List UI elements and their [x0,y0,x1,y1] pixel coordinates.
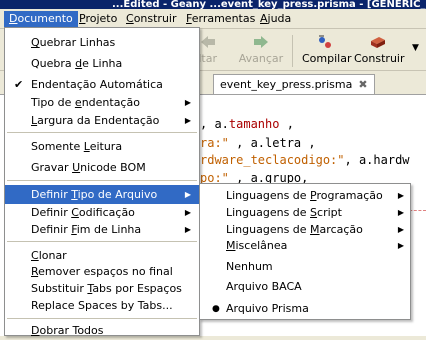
brick-icon [371,37,385,48]
menu-item-definir-fim-de-linha[interactable]: Definir Fim de Linha ▶ [5,220,199,239]
menu-item-dobrar-todos[interactable]: Dobrar Todos [5,321,199,340]
submenu-arrow-icon: ▶ [184,190,191,199]
radio-dot-icon: ● [212,304,220,314]
documento-dropdown: Quebrar Linhas Quebra de Linha ✔ Endentaç… [4,27,200,337]
menu-separator [7,180,197,181]
menu-item-tipo-de-endentacao[interactable]: Tipo de endentação ▶ [5,93,199,112]
menu-ferramentas[interactable]: Ferramentas [181,11,260,27]
forward-button[interactable]: Avançar [238,33,284,65]
menu-item-quebrar-linhas[interactable]: Quebrar Linhas [5,33,199,52]
compile-button[interactable]: Compilar [302,33,351,65]
window-titlebar[interactable]: ...Edited - Geany ...event_key_press.pri… [0,0,426,9]
checkmark-icon: ✔ [14,78,24,91]
submenu-arrow-icon: ▶ [184,116,191,125]
menu-construir[interactable]: Construir [121,11,182,27]
menu-documento[interactable]: Documento [4,11,78,27]
submenu-item-nenhum[interactable]: Nenhum [200,257,410,277]
menu-item-somente-leitura[interactable]: Somente Leitura [5,137,199,156]
tipo-de-arquivo-submenu: Linguagens de Programação ▶ Linguagens de… [199,183,411,320]
menu-item-replace-spaces-by-tabs[interactable]: Replace Spaces by Tabs... [5,296,199,315]
submenu-arrow-icon: ▶ [397,241,404,250]
submenu-item-arquivo-prisma[interactable]: ● Arquivo Prisma [200,299,410,319]
window-title: ...Edited - Geany ...event_key_press.pri… [112,0,426,9]
menu-item-largura-da-endentacao[interactable]: Largura da Endentação ▶ [5,111,199,130]
submenu-item-miscelanea[interactable]: Miscelânea ▶ [200,236,410,256]
menu-separator [7,132,197,133]
code-line: rdware_teclacodigo:", a.hardw [200,153,410,167]
submenu-item-arquivo-baca[interactable]: Arquivo BACA [200,277,410,297]
menu-separator [7,241,197,242]
close-icon[interactable]: ✖ [358,78,367,91]
menu-item-endentacao-automatica[interactable]: ✔ Endentação Automática [5,75,199,94]
build-button[interactable]: Construir [354,33,405,65]
menu-separator [7,318,197,319]
menu-projeto[interactable]: Projeto [74,11,122,27]
menu-item-definir-tipo-de-arquivo[interactable]: Definir Tipo de Arquivo ▶ [5,185,199,204]
menu-ajuda[interactable]: Ajuda [255,11,296,27]
menubar: Documento Projeto Construir Ferramentas … [0,9,426,29]
compile-icon [319,35,331,48]
tab-event-key-press[interactable]: event_key_press.prisma ✖ [213,74,375,94]
menu-item-gravar-unicode-bom[interactable]: Gravar Unicode BOM [5,158,199,177]
submenu-arrow-icon: ▶ [184,225,191,234]
arrow-right-icon [254,36,268,48]
toolbar-separator [292,35,293,67]
toolbar-overflow-arrow-icon[interactable]: ▼ [412,43,419,53]
arrow-left-icon [201,36,215,48]
code-line: , a.tamanho , [200,117,294,131]
submenu-arrow-icon: ▶ [184,98,191,107]
menu-item-quebra-de-linha[interactable]: Quebra de Linha [5,54,199,73]
